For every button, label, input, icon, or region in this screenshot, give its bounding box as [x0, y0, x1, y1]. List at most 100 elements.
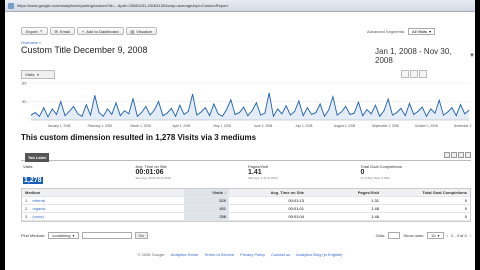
data-point[interactable]: [243, 106, 244, 108]
data-point[interactable]: [124, 110, 125, 112]
data-point[interactable]: [396, 112, 398, 113]
data-point[interactable]: [294, 111, 295, 112]
footer-link-terms[interactable]: Terms of Service: [204, 252, 234, 257]
data-point[interactable]: [443, 114, 444, 116]
data-point[interactable]: [115, 102, 117, 104]
data-point[interactable]: [90, 114, 91, 116]
date-range-picker[interactable]: Jan 1, 2008 - Nov 30, 2008 ▼: [375, 47, 475, 65]
data-point[interactable]: [264, 112, 266, 114]
data-point[interactable]: [290, 114, 291, 116]
table-view-icon[interactable]: [444, 152, 450, 158]
filter-mode-select[interactable]: containing ▾: [48, 231, 79, 239]
data-point[interactable]: [379, 116, 380, 117]
data-point[interactable]: [464, 113, 466, 115]
data-point[interactable]: [460, 104, 461, 105]
add-dashboard-button[interactable]: + Add to Dashboard: [76, 27, 124, 35]
metric-pages-visit[interactable]: Pages/Visit 1.41 Site Avg: 1.41 (0.00%): [246, 164, 359, 186]
data-point[interactable]: [73, 106, 74, 107]
data-point[interactable]: [400, 107, 402, 109]
data-point[interactable]: [102, 116, 104, 117]
column-header-visits[interactable]: Visits ↓: [184, 189, 229, 196]
data-point[interactable]: [273, 116, 274, 117]
data-point[interactable]: [324, 116, 325, 117]
data-point[interactable]: [341, 111, 342, 113]
graph-mode-select[interactable]: Visits ▼: [21, 70, 55, 79]
data-point[interactable]: [98, 112, 100, 113]
data-point[interactable]: [77, 113, 79, 115]
goto-input[interactable]: [388, 231, 401, 239]
data-point[interactable]: [430, 108, 432, 110]
data-point[interactable]: [468, 109, 470, 111]
data-point[interactable]: [158, 101, 159, 102]
data-point[interactable]: [56, 114, 57, 115]
comparison-view-icon[interactable]: [458, 152, 464, 158]
data-point[interactable]: [200, 111, 202, 113]
tab-label[interactable]: Tab Label: [25, 153, 50, 162]
data-point[interactable]: [34, 112, 36, 113]
data-point[interactable]: [281, 113, 283, 115]
filter-go-button[interactable]: Go: [134, 231, 148, 239]
medium-link[interactable]: (none): [32, 214, 44, 219]
data-point[interactable]: [375, 104, 376, 106]
visualize-button[interactable]: ▤ Visualize: [125, 27, 158, 35]
data-point[interactable]: [366, 109, 368, 110]
data-point[interactable]: [209, 115, 210, 116]
month-view-tab[interactable]: [419, 70, 427, 78]
data-point[interactable]: [298, 100, 300, 102]
data-point[interactable]: [64, 115, 66, 116]
data-point[interactable]: [392, 114, 393, 116]
data-point[interactable]: [345, 106, 346, 107]
data-point[interactable]: [222, 116, 223, 117]
data-point[interactable]: [94, 95, 96, 96]
data-point[interactable]: [205, 107, 206, 108]
show-rows-select[interactable]: 10 ▾: [427, 231, 444, 239]
data-point[interactable]: [68, 111, 70, 112]
data-point[interactable]: [183, 114, 185, 115]
data-point[interactable]: [196, 114, 198, 116]
data-point[interactable]: [213, 103, 215, 105]
metric-visits[interactable]: Visits 1,278 % of Site Total: 100.00%: [21, 164, 134, 191]
data-point[interactable]: [226, 109, 227, 110]
export-button[interactable]: Export ▼: [21, 27, 48, 35]
column-header-pages-visit[interactable]: Pages/Visit: [307, 190, 382, 195]
data-point[interactable]: [154, 109, 155, 111]
data-point[interactable]: [383, 110, 385, 112]
data-point[interactable]: [387, 98, 389, 100]
data-point[interactable]: [426, 116, 427, 117]
data-point[interactable]: [451, 107, 453, 108]
data-point[interactable]: [239, 112, 240, 113]
metric-avg-time[interactable]: Avg. Time on Site 00:01:06 Site Avg: 00:…: [134, 164, 247, 186]
data-point[interactable]: [455, 115, 457, 116]
footer-link-contact[interactable]: Contact us: [271, 252, 290, 257]
address-bar[interactable]: https://www.google.com/analytics/reporti…: [5, 0, 475, 12]
data-point[interactable]: [332, 96, 334, 97]
data-point[interactable]: [260, 114, 261, 116]
data-point[interactable]: [51, 108, 53, 110]
data-point[interactable]: [162, 115, 164, 116]
prev-page-icon[interactable]: ‹: [447, 233, 448, 238]
data-point[interactable]: [217, 113, 219, 115]
footer-link-analytics-home[interactable]: Analytics Home: [171, 252, 199, 257]
data-point[interactable]: [81, 116, 83, 117]
data-point[interactable]: [166, 112, 168, 114]
column-header-goal-completions[interactable]: Total Goal Completions: [382, 190, 470, 195]
data-point[interactable]: [409, 103, 410, 104]
data-point[interactable]: [85, 104, 87, 105]
data-point[interactable]: [175, 116, 176, 117]
data-point[interactable]: [434, 112, 436, 114]
data-point[interactable]: [353, 112, 355, 114]
filter-input[interactable]: [81, 231, 132, 239]
data-point[interactable]: [285, 105, 287, 107]
data-point[interactable]: [417, 111, 419, 112]
data-point[interactable]: [251, 110, 253, 112]
data-point[interactable]: [421, 106, 423, 108]
data-point[interactable]: [404, 115, 406, 116]
percentage-view-icon[interactable]: [451, 152, 457, 158]
data-point[interactable]: [107, 108, 108, 110]
data-point[interactable]: [302, 115, 304, 116]
data-point[interactable]: [247, 115, 249, 116]
data-point[interactable]: [268, 92, 270, 94]
metric-goal-completions[interactable]: Total Goal Completions 0 % of Site Total…: [359, 164, 472, 186]
email-button[interactable]: ✉ Email: [49, 27, 75, 35]
day-view-tab[interactable]: [401, 70, 409, 78]
